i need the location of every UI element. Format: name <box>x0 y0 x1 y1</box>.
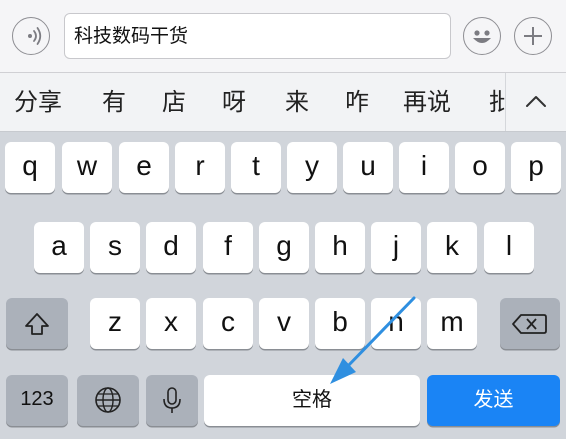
key-s[interactable]: s <box>90 222 140 273</box>
candidate-bar: 分享 有 店 呀 来 咋 再说 批 <box>0 73 566 132</box>
key-w[interactable]: w <box>62 142 112 193</box>
key-c[interactable]: c <box>203 298 253 349</box>
microphone-key[interactable] <box>146 375 198 426</box>
numbers-key[interactable]: 123 <box>6 375 68 426</box>
key-m[interactable]: m <box>427 298 477 349</box>
candidate-item[interactable]: 呀 <box>222 73 246 131</box>
backspace-icon <box>512 314 547 334</box>
plus-icon[interactable] <box>514 17 552 55</box>
key-o[interactable]: o <box>455 142 505 193</box>
shift-icon <box>25 313 49 335</box>
candidate-item[interactable]: 来 <box>285 73 309 131</box>
chevron-up-icon[interactable] <box>505 73 566 131</box>
key-l[interactable]: l <box>484 222 534 273</box>
key-i[interactable]: i <box>399 142 449 193</box>
voice-icon[interactable] <box>12 17 50 55</box>
key-j[interactable]: j <box>371 222 421 273</box>
key-a[interactable]: a <box>34 222 84 273</box>
key-v[interactable]: v <box>259 298 309 349</box>
key-b[interactable]: b <box>315 298 365 349</box>
key-t[interactable]: t <box>231 142 281 193</box>
key-d[interactable]: d <box>146 222 196 273</box>
key-u[interactable]: u <box>343 142 393 193</box>
microphone-icon <box>163 387 181 413</box>
key-x[interactable]: x <box>146 298 196 349</box>
send-button[interactable]: 发送 <box>427 375 560 426</box>
message-input[interactable]: 科技数码干货 <box>64 13 451 59</box>
key-k[interactable]: k <box>427 222 477 273</box>
key-z[interactable]: z <box>90 298 140 349</box>
space-key[interactable]: 空格 <box>204 375 420 426</box>
key-f[interactable]: f <box>203 222 253 273</box>
key-h[interactable]: h <box>315 222 365 273</box>
key-e[interactable]: e <box>119 142 169 193</box>
key-q[interactable]: q <box>5 142 55 193</box>
key-n[interactable]: n <box>371 298 421 349</box>
globe-key[interactable] <box>77 375 139 426</box>
emoji-icon[interactable] <box>463 17 501 55</box>
input-bar: 科技数码干货 <box>0 0 566 73</box>
key-p[interactable]: p <box>511 142 561 193</box>
candidate-item[interactable]: 再说 <box>403 73 451 131</box>
keyboard: q w e r t y u i o p a s d f g h j k l z … <box>0 132 566 439</box>
key-g[interactable]: g <box>259 222 309 273</box>
globe-icon <box>95 387 121 413</box>
key-y[interactable]: y <box>287 142 337 193</box>
shift-key[interactable] <box>6 298 68 349</box>
candidate-item[interactable]: 有 <box>102 73 126 131</box>
candidate-item[interactable]: 店 <box>162 73 186 131</box>
delete-key[interactable] <box>500 298 560 349</box>
key-r[interactable]: r <box>175 142 225 193</box>
candidate-item[interactable]: 咋 <box>345 73 369 131</box>
candidate-item[interactable]: 分享 <box>14 73 62 131</box>
